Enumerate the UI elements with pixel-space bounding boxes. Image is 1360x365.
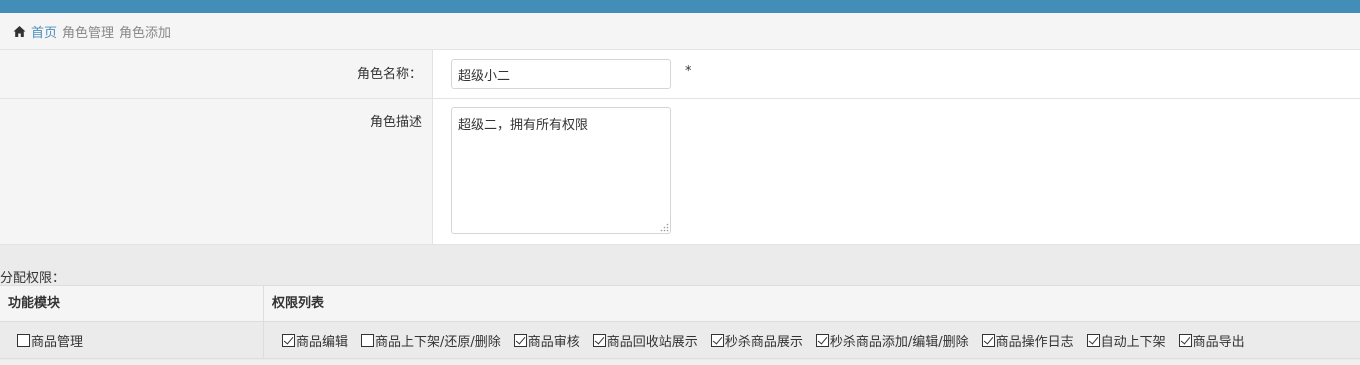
permission-checkbox[interactable]: 秒杀商品添加/编辑/删除 bbox=[815, 331, 969, 350]
module-checkbox-product-management[interactable]: 商品管理 bbox=[17, 331, 83, 350]
permissions-table-header: 功能模块 权限列表 bbox=[0, 285, 1360, 322]
role-desc-textarea[interactable]: 超级二，拥有所有权限 bbox=[451, 107, 671, 234]
header-permission-list: 权限列表 bbox=[272, 296, 325, 311]
role-desc-row: 角色描述 超级二，拥有所有权限 bbox=[0, 99, 1360, 245]
checkbox-label: 秒杀商品添加/编辑/删除 bbox=[829, 334, 969, 350]
checkbox-label: 商品审核 bbox=[527, 334, 580, 350]
bottom-row-strip bbox=[0, 360, 1360, 365]
checkbox[interactable] bbox=[17, 333, 30, 347]
checkbox-label: 商品上下架/还原/删除 bbox=[375, 334, 501, 350]
permission-checkbox[interactable]: 商品导出 bbox=[1178, 331, 1245, 350]
permission-checkbox[interactable]: 自动上下架 bbox=[1086, 331, 1166, 350]
permission-checkbox[interactable]: 商品回收站展示 bbox=[592, 331, 698, 350]
checkbox[interactable] bbox=[981, 333, 995, 347]
header-module: 功能模块 bbox=[0, 286, 264, 321]
module-cell: 商品管理 bbox=[0, 322, 264, 358]
checkbox[interactable] bbox=[1086, 333, 1100, 347]
checkbox-label: 秒杀商品展示 bbox=[724, 334, 803, 350]
permissions-title: 分配权限： bbox=[0, 271, 66, 286]
checkbox-label: 自动上下架 bbox=[1100, 334, 1166, 350]
permission-list-cell: 商品编辑 商品上下架/还原/删除 商品审核 商品回收站展示 秒杀商品展示 秒杀商… bbox=[264, 322, 1360, 358]
checkbox[interactable] bbox=[282, 333, 295, 347]
checkbox[interactable] bbox=[361, 333, 375, 347]
checkbox[interactable] bbox=[1178, 333, 1192, 347]
breadcrumb-role-add: 角色添加 bbox=[119, 25, 172, 41]
breadcrumb-role-management[interactable]: 角色管理 bbox=[62, 22, 114, 41]
breadcrumb: 首页 角色管理 角色添加 bbox=[0, 13, 1360, 50]
checkbox[interactable] bbox=[815, 333, 829, 347]
checkbox-label: 商品回收站展示 bbox=[606, 334, 698, 350]
checkbox-label: 商品管理 bbox=[31, 334, 84, 350]
permission-checkbox[interactable]: 商品审核 bbox=[513, 331, 580, 350]
permissions-section: 分配权限： 功能模块 权限列表 商品管理 商品编辑 商品上下架/还原/删除 商品… bbox=[0, 245, 1360, 365]
checkbox-label: 商品导出 bbox=[1192, 334, 1245, 350]
permissions-table: 功能模块 权限列表 商品管理 商品编辑 商品上下架/还原/删除 商品审核 商品回… bbox=[0, 285, 1360, 359]
role-name-input[interactable] bbox=[451, 59, 671, 89]
permission-checkbox[interactable]: 商品编辑 bbox=[282, 331, 348, 350]
required-mark: * bbox=[685, 64, 692, 79]
role-desc-input-cell: 超级二，拥有所有权限 bbox=[433, 99, 1360, 244]
home-icon[interactable] bbox=[13, 25, 26, 38]
checkbox[interactable] bbox=[710, 333, 724, 347]
checkbox[interactable] bbox=[592, 333, 606, 347]
checkbox[interactable] bbox=[513, 333, 527, 347]
resize-grip-icon[interactable] bbox=[660, 223, 669, 232]
role-name-row: 角色名称： * bbox=[0, 50, 1360, 99]
role-name-label: 角色名称： bbox=[0, 50, 433, 98]
role-name-input-cell: * bbox=[433, 50, 1360, 98]
permission-checkbox[interactable]: 商品操作日志 bbox=[981, 331, 1074, 350]
permission-checkbox[interactable]: 商品上下架/还原/删除 bbox=[361, 331, 501, 350]
top-navbar bbox=[0, 0, 1360, 13]
checkbox-label: 商品操作日志 bbox=[995, 334, 1074, 350]
permission-checkbox[interactable]: 秒杀商品展示 bbox=[710, 331, 803, 350]
role-desc-label: 角色描述 bbox=[0, 99, 433, 244]
checkbox-label: 商品编辑 bbox=[296, 334, 349, 350]
table-row: 商品管理 商品编辑 商品上下架/还原/删除 商品审核 商品回收站展示 秒杀商品展… bbox=[0, 322, 1360, 359]
breadcrumb-home-link[interactable]: 首页 bbox=[31, 22, 57, 41]
